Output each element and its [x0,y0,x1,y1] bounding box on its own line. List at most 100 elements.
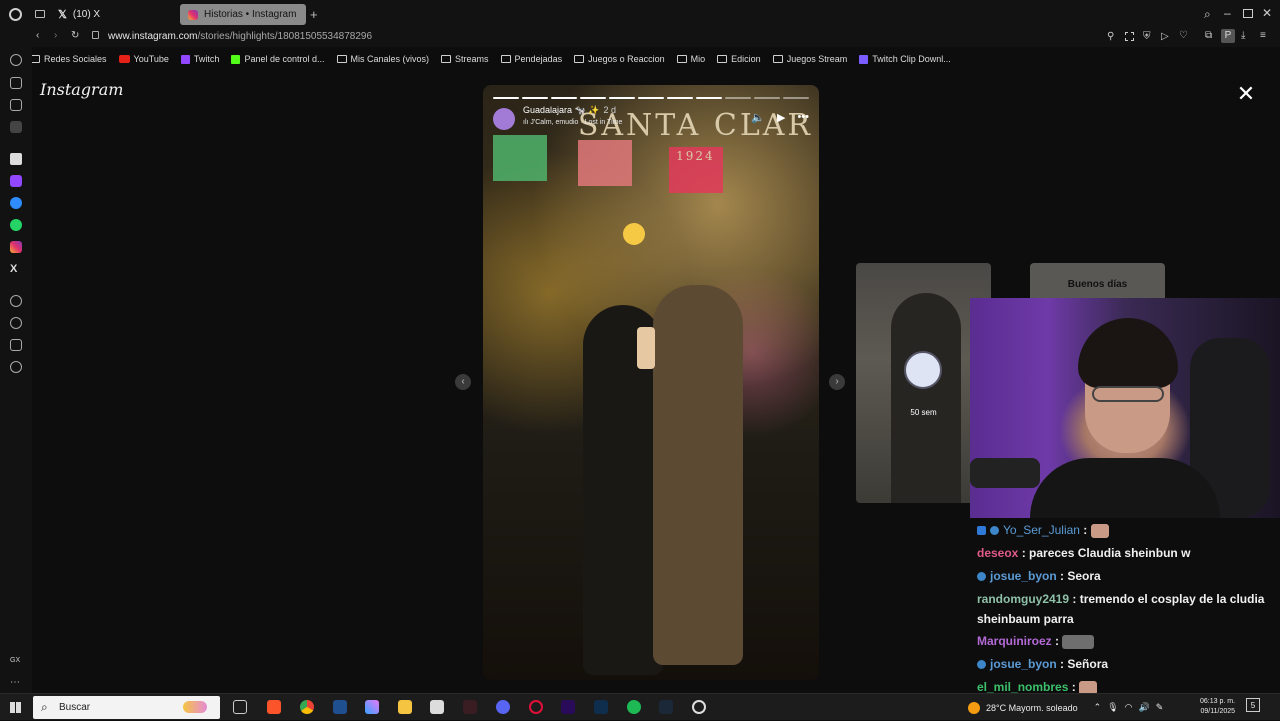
windows-start-icon[interactable] [10,702,21,713]
story-music[interactable]: ılı J'Calm, emudio · Lost in Time [523,119,622,126]
brave-icon[interactable] [267,700,281,714]
bookmark-juegos-stream[interactable]: Juegos Stream [772,54,847,64]
tab-x[interactable]: 𝕏 (10) X [50,4,176,25]
wallet-icon[interactable] [10,77,22,89]
x-sidebar-icon[interactable]: X [10,263,22,275]
task-view-icon[interactable] [233,700,247,714]
close-story-button[interactable]: ✕ [1236,83,1256,105]
bookmark-mio[interactable]: Mio [676,54,705,64]
wifi-icon[interactable]: ◠ [1125,702,1133,713]
history-icon[interactable] [10,54,22,66]
search-tabs-icon[interactable]: ⌕ [1204,7,1211,22]
story-viewer[interactable]: SANTA CLAR 1924 Guadalajara 🐄 ✨ 2 d ılı J… [483,85,819,680]
more-icon[interactable]: ⋯ [10,677,22,689]
pen-icon[interactable]: ✎ [1156,702,1164,713]
back-icon[interactable]: ‹ [36,30,39,41]
settings-icon[interactable] [10,361,22,373]
bookmark-twitch-clip[interactable]: Twitch Clip Downl... [859,54,951,64]
whatsapp-icon[interactable] [10,219,22,231]
bookmark-label: Edicion [731,54,761,64]
messenger-icon[interactable] [10,197,22,209]
taskbar-clock[interactable]: 06:13 p. m. 09/11/2025 [1200,697,1235,717]
bookmark-streams[interactable]: Streams [441,54,489,64]
chat-username[interactable]: Yo_Ser_Julian [1003,523,1080,537]
store-icon[interactable] [430,700,444,714]
copilot-app-icon[interactable] [365,700,379,714]
more-options-icon[interactable]: ••• [797,111,809,124]
opera-gx-taskbar-icon[interactable] [529,700,543,714]
discord-icon[interactable] [496,700,510,714]
app-m-icon[interactable] [463,700,477,714]
forward-icon[interactable]: › [54,30,57,41]
bookmark-label: YouTube [133,54,169,64]
bookmark-youtube[interactable]: YouTube [118,54,169,64]
bookmark-label: Redes Sociales [44,54,107,64]
prev-story-button[interactable]: ‹ [455,374,471,390]
mute-icon[interactable]: 🔈 [751,111,765,124]
opera-gx-logo-icon[interactable] [9,8,22,21]
player-icon[interactable] [10,295,22,307]
chat-username[interactable]: deseox [977,546,1018,560]
clip-icon [859,54,869,64]
gx-control-icon[interactable]: GX [10,657,22,669]
minimize-button[interactable]: – [1224,6,1231,20]
pin-icon[interactable]: ⚲ [1107,31,1114,42]
mic-icon[interactable]: 🎙 [1107,702,1118,713]
tab-overview-icon[interactable] [35,10,45,18]
instagram-sidebar-icon[interactable] [10,241,22,253]
play-icon[interactable]: ▶ [777,111,785,124]
taskbar-search[interactable]: ⌕ Buscar [33,696,220,719]
bookmark-juegos-o-reaccion[interactable]: Juegos o Reaccion [574,54,665,64]
vegas-icon[interactable] [333,700,347,714]
clock-icon[interactable] [10,317,22,329]
folder-icon [441,55,452,63]
heart-icon[interactable]: ♡ [1179,30,1188,41]
weather-text[interactable]: 28°C Mayorm. soleado [986,703,1078,713]
chrome-icon[interactable] [300,700,314,714]
file-explorer-icon[interactable] [398,700,412,714]
extensions-sidebar-icon[interactable] [10,339,22,351]
chat-username[interactable]: el_mil_nombres [977,680,1068,694]
spotify-icon[interactable] [627,700,641,714]
story-username[interactable]: Guadalajara 🐄 ✨ 2 d [523,105,622,116]
maximize-button[interactable] [1243,9,1253,18]
aria-icon[interactable] [10,153,22,165]
reload-icon[interactable]: ↻ [71,30,79,41]
new-tab-button[interactable]: + [310,7,318,22]
bookmark-redes-sociales[interactable]: Redes Sociales [30,54,107,64]
instagram-logo[interactable]: Instagram [40,80,123,99]
extensions-icon[interactable]: ⧉ [1205,30,1212,41]
download-icon[interactable]: ⤓ [1241,30,1245,41]
volume-icon[interactable]: 🔊 [1138,702,1149,713]
chat-username[interactable]: josue_byon [990,657,1057,671]
story-avatar[interactable] [493,108,515,130]
chat-message: Yo_Ser_Julian : [977,520,1277,540]
shield-icon[interactable]: ⛨ [1143,31,1151,42]
bookmark-edicion[interactable]: Edicion [717,54,761,64]
bookmark-pendejadas[interactable]: Pendejadas [500,54,562,64]
bookmark-twitch[interactable]: Twitch [180,54,219,64]
m-app-icon[interactable] [10,121,22,133]
folder-icon [717,55,728,63]
chat-username[interactable]: Marquiniroez [977,634,1052,648]
url-field[interactable]: www.instagram.com/stories/highlights/180… [108,31,372,42]
bookmark-panel-de-control[interactable]: Panel de control d... [231,54,325,64]
close-window-button[interactable]: ✕ [1262,6,1272,20]
bookmark-mis-canales[interactable]: Mis Canales (vivos) [336,54,429,64]
profile-avatar[interactable]: P [1221,29,1235,43]
chat-username[interactable]: randomguy2419 [977,592,1069,606]
photoshop-icon[interactable] [594,700,608,714]
menu-icon[interactable]: ≡ [1260,30,1266,41]
notes-icon[interactable] [10,99,22,111]
premiere-icon[interactable] [561,700,575,714]
chevron-up-icon[interactable]: ⌃ [1094,702,1102,713]
next-story-button[interactable]: › [829,374,845,390]
chat-username[interactable]: josue_byon [990,569,1057,583]
notification-badge[interactable]: 5 [1246,698,1260,712]
screenshot-icon[interactable] [1125,32,1134,41]
obs-icon[interactable] [692,700,706,714]
play-icon[interactable]: ▷ [1161,31,1169,42]
twitch-sidebar-icon[interactable] [10,175,22,187]
tab-instagram[interactable]: Historias • Instagram [180,4,306,25]
steam-icon[interactable] [659,700,673,714]
